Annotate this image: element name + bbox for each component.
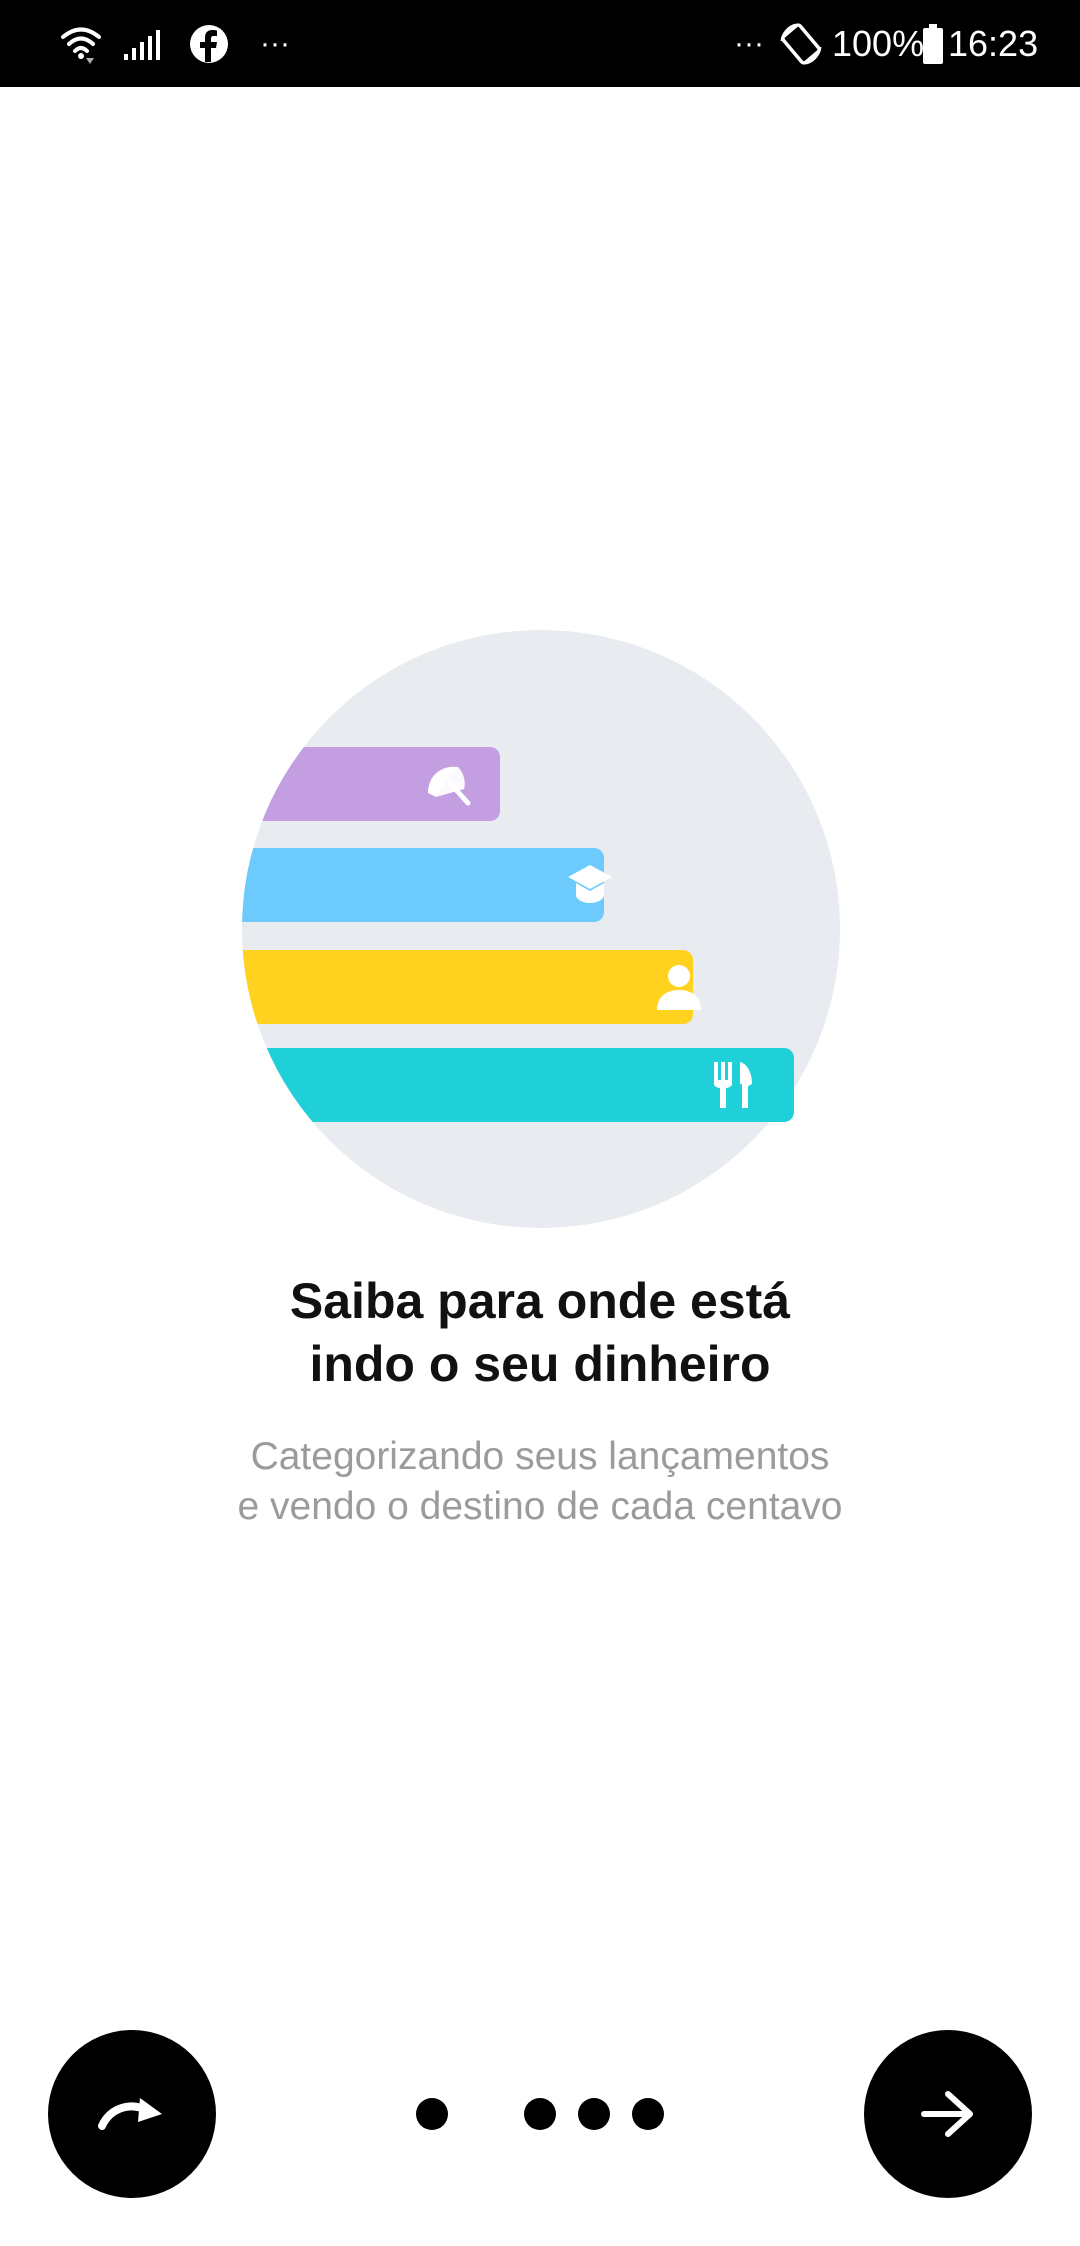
status-bar: ··· ··· 100% 16:23 [0,0,1080,87]
subtitle-line-2: e vendo o destino de cada centavo [237,1485,843,1528]
status-more-right: ··· [734,26,764,60]
battery-percent: 100% [832,22,925,64]
title-line-2: indo o seu dinheiro [309,1336,771,1392]
wifi-icon [60,0,102,87]
signal-icon [122,0,164,87]
status-more-left: ··· [260,26,290,60]
page-dot-2 [524,2098,556,2130]
onboarding-title: Saiba para onde está indo o seu dinheiro [140,1270,940,1396]
illustration-background [242,630,840,1228]
rotate-icon [778,0,824,87]
clock: 16:23 [948,22,1039,64]
next-button[interactable] [864,2030,1032,2198]
category-bar-education [242,848,604,922]
page-dot-3 [578,2098,610,2130]
onboarding-subtitle: Categorizando seus lançamentos e vendo o… [140,1432,940,1532]
categories-illustration [242,630,840,1228]
page-dot-1 [416,2098,448,2130]
arrow-right-icon [921,2091,973,2137]
page-dot-4 [632,2098,664,2130]
category-bar-food [242,1048,794,1122]
title-line-1: Saiba para onde está [289,1273,791,1329]
battery-icon [922,0,944,87]
subtitle-line-1: Categorizando seus lançamentos [250,1435,830,1478]
category-bar-personal [242,950,693,1024]
facebook-icon [189,0,229,87]
